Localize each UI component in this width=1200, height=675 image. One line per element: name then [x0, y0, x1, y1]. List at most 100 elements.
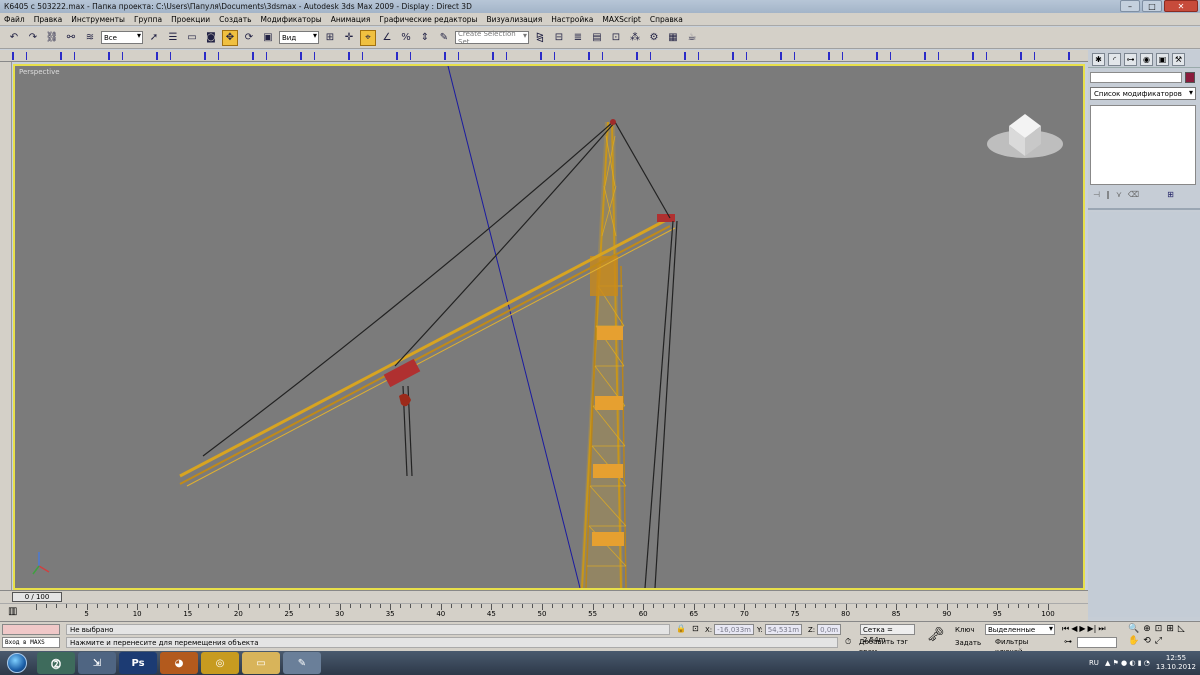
- add-time-tag[interactable]: Добавить тэг врем: [845, 637, 913, 656]
- modifier-list-dropdown[interactable]: Список модификаторов: [1090, 87, 1196, 100]
- taskbar-app-photoshop[interactable]: Ps: [119, 652, 157, 674]
- maximize-viewport-icon[interactable]: ⤢: [1155, 636, 1162, 646]
- field-of-view-icon[interactable]: ◺: [1178, 624, 1185, 634]
- maximize-button[interactable]: □: [1142, 0, 1162, 12]
- lock-selection-icon[interactable]: 🔒: [676, 624, 686, 633]
- taskbar-app-folder[interactable]: ▭: [242, 652, 280, 674]
- select-by-name-icon[interactable]: ☰: [165, 30, 181, 46]
- display-tab-icon[interactable]: ▣: [1156, 53, 1169, 66]
- zoom-extents-all-icon[interactable]: ⊞: [1166, 624, 1174, 634]
- previous-frame-icon[interactable]: ◀: [1071, 624, 1077, 634]
- make-unique-icon[interactable]: ⋎: [1116, 190, 1122, 199]
- language-indicator[interactable]: RU: [1089, 659, 1099, 667]
- modify-tab-icon[interactable]: ◜: [1108, 53, 1121, 66]
- curve-editor-icon[interactable]: ▤: [589, 30, 605, 46]
- coord-system-dropdown[interactable]: Вид: [279, 31, 319, 44]
- unlink-icon[interactable]: ⚯: [63, 30, 79, 46]
- set-key-icon[interactable]: 🗝: [925, 626, 947, 644]
- menu-create[interactable]: Создать: [219, 15, 251, 24]
- play-icon[interactable]: ▶: [1079, 624, 1085, 634]
- auto-key-button[interactable]: Ключ: [955, 624, 981, 637]
- menu-modifiers[interactable]: Модификаторы: [261, 15, 322, 24]
- pan-icon[interactable]: ✋: [1128, 636, 1139, 646]
- menu-animation[interactable]: Анимация: [331, 15, 371, 24]
- absolute-mode-icon[interactable]: ⊡: [692, 624, 699, 633]
- object-color-swatch[interactable]: [1185, 72, 1195, 83]
- close-button[interactable]: ✕: [1164, 0, 1198, 12]
- menu-tools[interactable]: Инструменты: [71, 15, 125, 24]
- named-selection-icon[interactable]: ✎: [436, 30, 452, 46]
- render-setup-icon[interactable]: ⚙: [646, 30, 662, 46]
- orbit-icon[interactable]: ⟲: [1143, 636, 1151, 646]
- select-rotate-icon[interactable]: ⟳: [241, 30, 257, 46]
- next-frame-icon[interactable]: ▶|: [1088, 624, 1097, 634]
- key-mode-toggle-icon[interactable]: ⊶: [1064, 637, 1072, 646]
- track-bar[interactable]: ▥ 5 10 15 20 25 30 35 40 45 50 55 60 65 70 75 80 85 90 95 1…: [0, 603, 1088, 621]
- spinner-snap-icon[interactable]: ⇕: [417, 30, 433, 46]
- select-move-icon[interactable]: ✥: [222, 29, 238, 46]
- rect-region-icon[interactable]: ▭: [184, 30, 200, 46]
- remove-modifier-icon[interactable]: ⌫: [1128, 190, 1139, 199]
- selection-filter-dropdown[interactable]: Все: [101, 31, 143, 44]
- redo-icon[interactable]: ↷: [25, 30, 41, 46]
- taskbar-app-firefox[interactable]: ◕: [160, 652, 198, 674]
- configure-sets-icon[interactable]: ⊞: [1167, 190, 1174, 199]
- time-slider-thumb[interactable]: 0 / 100: [12, 592, 62, 602]
- pin-stack-icon[interactable]: ⊣: [1093, 190, 1100, 199]
- perspective-viewport[interactable]: Perspective: [13, 64, 1085, 590]
- coord-x-field[interactable]: -16,033m: [714, 624, 754, 635]
- taskbar-app-3dsmax[interactable]: ⓶: [37, 652, 75, 674]
- menu-edit[interactable]: Правка: [34, 15, 63, 24]
- menu-maxscript[interactable]: MAXScript: [602, 15, 641, 24]
- undo-icon[interactable]: ↶: [6, 30, 22, 46]
- hierarchy-tab-icon[interactable]: ⊶: [1124, 53, 1137, 66]
- track-bar-ruler[interactable]: 5 10 15 20 25 30 35 40 45 50 55 60 65 70 75 80 85 90 95 100: [36, 604, 1056, 622]
- modifier-stack[interactable]: [1090, 105, 1196, 185]
- percent-snap-icon[interactable]: %: [398, 30, 414, 46]
- menu-graph-editors[interactable]: Графические редакторы: [379, 15, 477, 24]
- current-frame-field[interactable]: [1077, 637, 1117, 648]
- taskbar-app-chrome[interactable]: ◎: [201, 652, 239, 674]
- utilities-tab-icon[interactable]: ⚒: [1172, 53, 1185, 66]
- select-scale-icon[interactable]: ▣: [260, 30, 276, 46]
- layer-manager-icon[interactable]: ≣: [570, 30, 586, 46]
- taskbar-app-paint[interactable]: ✎: [283, 652, 321, 674]
- snap-toggle-icon[interactable]: ⌖: [360, 29, 376, 46]
- menu-customize[interactable]: Настройка: [551, 15, 593, 24]
- key-filters-button[interactable]: Фильтры ключей: [985, 637, 1057, 656]
- schematic-view-icon[interactable]: ⊡: [608, 30, 624, 46]
- maxscript-input[interactable]: Вход в MAXS: [2, 637, 60, 648]
- menu-help[interactable]: Справка: [650, 15, 683, 24]
- maxscript-listener-mini[interactable]: [2, 624, 60, 635]
- menu-file[interactable]: Файл: [4, 15, 25, 24]
- minimize-button[interactable]: –: [1120, 0, 1140, 12]
- pivot-center-icon[interactable]: ⊞: [322, 30, 338, 46]
- mirror-icon[interactable]: ⧎: [532, 30, 548, 46]
- window-crossing-icon[interactable]: ◙: [203, 30, 219, 46]
- bind-space-warp-icon[interactable]: ≋: [82, 30, 98, 46]
- create-tab-icon[interactable]: ✱: [1092, 53, 1105, 66]
- coord-y-field[interactable]: 54,531m: [764, 624, 803, 635]
- curve-editor-mini-icon[interactable]: ▥: [8, 606, 17, 617]
- tray-icons[interactable]: ▲ ⚑ ● ◐ ▮ ◔: [1105, 659, 1150, 667]
- time-slider[interactable]: 0 / 100: [0, 590, 1088, 603]
- menu-rendering[interactable]: Визуализация: [486, 15, 542, 24]
- select-manipulate-icon[interactable]: ✛: [341, 30, 357, 46]
- link-icon[interactable]: ⛓: [44, 30, 60, 46]
- set-key-button[interactable]: Задать: [955, 637, 981, 650]
- go-to-end-icon[interactable]: ⏭: [1098, 624, 1105, 634]
- render-frame-icon[interactable]: ▦: [665, 30, 681, 46]
- zoom-extents-icon[interactable]: ⊡: [1155, 624, 1163, 634]
- menu-group[interactable]: Группа: [134, 15, 162, 24]
- coord-z-field[interactable]: 0,0m: [817, 624, 842, 635]
- go-to-start-icon[interactable]: ⏮: [1062, 624, 1069, 634]
- angle-snap-icon[interactable]: ∠: [379, 30, 395, 46]
- quick-render-icon[interactable]: ☕: [684, 30, 700, 46]
- select-object-icon[interactable]: ➚: [146, 30, 162, 46]
- motion-tab-icon[interactable]: ◉: [1140, 53, 1153, 66]
- clock[interactable]: 12:55 13.10.2012: [1156, 654, 1196, 672]
- object-name-field[interactable]: [1090, 72, 1182, 83]
- align-icon[interactable]: ⊟: [551, 30, 567, 46]
- menu-views[interactable]: Проекции: [171, 15, 210, 24]
- show-end-result-icon[interactable]: ‖: [1106, 190, 1110, 199]
